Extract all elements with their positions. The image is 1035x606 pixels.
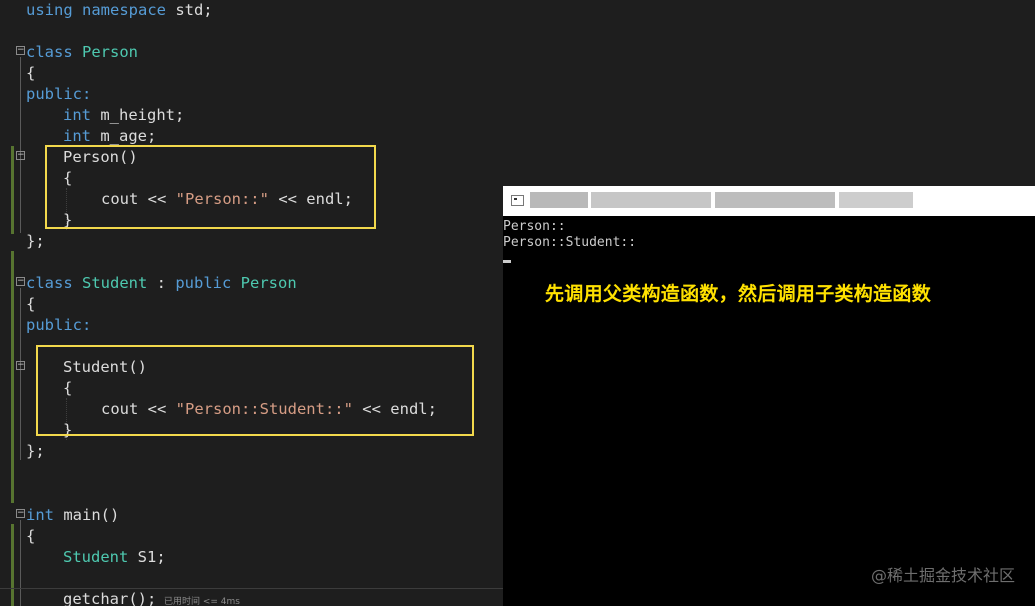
- fold-toggle-icon[interactable]: −: [16, 361, 25, 370]
- change-bar: [11, 146, 14, 234]
- fold-toggle-icon[interactable]: −: [16, 46, 25, 55]
- redacted-path: [530, 192, 588, 208]
- fold-guide: [20, 57, 21, 233]
- redacted-path: [715, 192, 835, 208]
- redacted-path: [591, 192, 711, 208]
- code-line-using: using namespace std;: [26, 1, 213, 19]
- highlight-box-student-ctor: [36, 345, 474, 436]
- perf-hint: 已用时间 <= 4ms: [164, 597, 240, 606]
- code-line-member: int m_height;: [63, 106, 185, 124]
- change-bar: [11, 524, 14, 606]
- console-output-line: Person::Student::: [503, 235, 637, 250]
- console-cursor: [503, 260, 511, 263]
- code-line-class-person: class Person: [26, 43, 138, 61]
- code-line: };: [26, 442, 45, 460]
- code-line: {: [26, 295, 36, 313]
- fold-guide: [20, 520, 21, 606]
- code-line-access: public:: [26, 85, 92, 103]
- annotation-text: 先调用父类构造函数，然后调用子类构造函数: [545, 283, 932, 305]
- console-app-icon: [511, 195, 524, 206]
- code-line-main: int main(): [26, 506, 120, 524]
- fold-toggle-icon[interactable]: −: [16, 509, 25, 518]
- code-editor[interactable]: − − − − − using namespace std; class Per…: [0, 0, 503, 606]
- code-line: };: [26, 232, 45, 250]
- code-line-class-student: class Student : public Person: [26, 274, 297, 292]
- console-output: Person:: Person::Student::: [503, 219, 636, 251]
- fold-toggle-icon[interactable]: −: [16, 277, 25, 286]
- redacted-path: [839, 192, 913, 208]
- code-line-member: int m_age;: [63, 127, 157, 145]
- highlight-box-person-ctor: [45, 145, 376, 229]
- code-line: {: [26, 64, 36, 82]
- watermark: @稀土掘金技术社区: [870, 566, 1015, 585]
- code-line-access: public:: [26, 316, 92, 334]
- code-line-getchar: getchar();: [63, 590, 157, 606]
- console-window[interactable]: Person:: Person::Student:: 先调用父类构造函数，然后调用…: [503, 186, 1035, 606]
- code-line: {: [26, 527, 36, 545]
- change-bar: [11, 251, 14, 503]
- fold-guide: [20, 288, 21, 460]
- console-output-line: Person::: [503, 219, 566, 234]
- code-line-declaration: Student S1;: [63, 548, 166, 566]
- fold-toggle-icon[interactable]: −: [16, 151, 25, 160]
- console-title-bar[interactable]: [503, 186, 1035, 216]
